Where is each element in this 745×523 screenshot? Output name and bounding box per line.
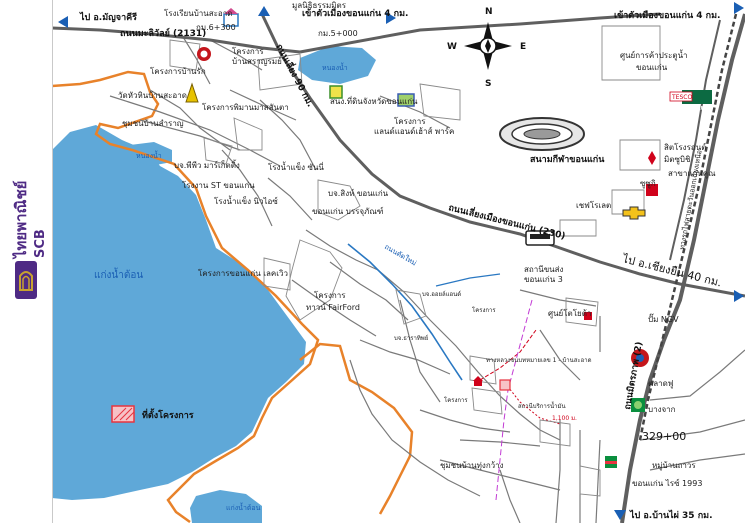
route-line bbox=[479, 329, 537, 381]
seven-eleven-logo bbox=[605, 456, 617, 468]
fairford-label: โครงการ bbox=[314, 290, 346, 300]
km-6-label: กม.6+300 bbox=[196, 23, 236, 32]
bus-terminal-label-2: ขอนแก่น 3 bbox=[524, 275, 563, 284]
scb-abbr-text: SCB bbox=[33, 229, 48, 258]
wat-label: วัดหัวหินบ้านสะอาด bbox=[118, 91, 187, 100]
chevrolet-logo bbox=[622, 206, 646, 220]
boundary-line-2 bbox=[299, 342, 414, 515]
location-map[interactable]: ไป อ.มัญจาคีรี ถนนมะลิวัลย์ (2131) ถนนเล… bbox=[0, 0, 745, 523]
lotus-label: Lotus bbox=[688, 104, 710, 112]
brewery-label: ขอนแก่น บรรจุภัณฑ์ bbox=[312, 206, 383, 216]
rice-label: ขอนแก่น ไรซ์ 1993 bbox=[632, 478, 702, 488]
compass-n: N bbox=[485, 7, 493, 17]
center-label: ศูนย์การค้าประตูน้ำ bbox=[620, 49, 688, 61]
reservoir-kaeng-nam-ton bbox=[52, 125, 306, 500]
landpark-label-2: แลนด์แอนด์เฮ้าส์ พาร์ค bbox=[374, 126, 454, 136]
tharathip-label: บจ.ธาราทิพย์ bbox=[394, 334, 428, 342]
project-near-label: โครงการ bbox=[444, 396, 468, 404]
market-label: ตลาดฟู bbox=[648, 379, 674, 389]
scb-brand-panel: ไทยพาณิชย์ SCB bbox=[0, 0, 53, 523]
chevrolet-label: เชฟโรเลต bbox=[576, 200, 611, 210]
fuel-icon bbox=[197, 47, 211, 61]
toyota-center-label: ศูนย์โตโยต้า bbox=[548, 308, 591, 319]
pw-marketing-label: บจ.พีพีว มาร์เก็ตติ้ง bbox=[174, 159, 240, 170]
arrow-up-top-icon bbox=[258, 6, 270, 16]
community-label: ชุมชนบ้านสำราญ bbox=[122, 119, 184, 128]
road-label-left-top: ไป อ.มัญจาคีรี bbox=[79, 11, 137, 23]
distance-label: 1,100 ม. bbox=[552, 415, 577, 422]
arrow-left-top-icon bbox=[58, 16, 68, 28]
landpark-label: โครงการ bbox=[394, 116, 426, 126]
mitsubishi-logo bbox=[648, 151, 656, 165]
scb-logo-icon bbox=[15, 261, 37, 299]
side-road-label: ทางหลวงชนบทหมายเลข 1 - บ้านสะอาด bbox=[486, 357, 592, 364]
compass-rose-icon bbox=[464, 22, 512, 70]
singha-label: บจ.สิงห์ ขอนแก่น bbox=[328, 188, 389, 198]
road-label-to-chiang-yuen: ไป อ.เชียงยืน 40 กม. bbox=[620, 252, 723, 289]
st-factory-label: โรงงาน ST ขอนแก่น bbox=[182, 180, 255, 190]
project-banruek-label: โครงการบ้านรัก bbox=[150, 66, 206, 76]
km-329-label: 329+00 bbox=[642, 430, 686, 443]
lakeview-label: โครงการขอนแก่น เลคเวิว bbox=[198, 268, 288, 278]
stadium-label: สนามกีฬาขอนแก่น bbox=[530, 154, 605, 165]
route-dash bbox=[495, 299, 533, 501]
bangchak-label: บางจาก bbox=[648, 405, 676, 414]
ngv-label: ปั๊ม NGV bbox=[648, 313, 679, 324]
road-label-to-ban-phai: ไป อ.บ้านไผ่ 35 กม. bbox=[629, 509, 713, 521]
stadium-icon bbox=[499, 117, 585, 151]
bus-terminal-label: สถานีขนส่ง bbox=[524, 265, 564, 274]
compass-w: W bbox=[447, 42, 457, 52]
suzuki-label: ซูซูกิ bbox=[640, 179, 656, 189]
oil-label: บจ.ออยล์แอนด์ bbox=[422, 290, 461, 298]
road-label-maliwan: ถนนมะลิวัลย์ (2131) bbox=[120, 27, 206, 39]
house-icon bbox=[473, 376, 483, 386]
arrow-right-mid-icon bbox=[734, 290, 744, 302]
km-5-label: กม.5+000 bbox=[318, 29, 358, 38]
scb-wordmark: ไทยพาณิชย์ SCB bbox=[11, 181, 48, 260]
tesco-label: TESCO bbox=[671, 94, 692, 101]
scb-name-text: ไทยพาณิชย์ bbox=[11, 181, 30, 260]
phimanmas-label: โครงการพิมานมาสสันตา bbox=[202, 102, 289, 112]
mitsubishi-label: มิตซูบิชิ bbox=[664, 155, 691, 165]
new-road-label: ถนนตัดใหม่ bbox=[383, 242, 418, 268]
project-ban-saran-label: โครงการ bbox=[232, 46, 264, 56]
fuel-station-label: สถานีบริการน้ำมัน bbox=[518, 400, 566, 410]
canal-2 bbox=[435, 273, 501, 287]
project-ban-saran-label-2: บ้านสราญรมย์ bbox=[232, 56, 282, 66]
village-label: หมู่บ้านถาวร bbox=[652, 461, 696, 471]
map-stage: ไป อ.มัญจาคีรี ถนนมะลิวัลย์ (2131) ถนนเล… bbox=[0, 0, 745, 523]
compass-s: S bbox=[485, 79, 491, 89]
road-label-to-city-right: เข้าตัวเมืองขอนแก่น 4 กม. bbox=[614, 9, 720, 21]
reservoir-label: แก่งน้ำต้อน bbox=[94, 267, 143, 281]
school-label: โรงเรียนบ้านสะอาด bbox=[164, 8, 232, 18]
center-label-2: ขอนแก่น bbox=[636, 63, 668, 72]
water-factory-label: โรงน้ำแข็ง ซันนี่ bbox=[268, 161, 324, 172]
project-ruean-label: โครงการ bbox=[472, 306, 496, 314]
site-marker-small[interactable] bbox=[499, 379, 511, 391]
dept-land-label: สนง.ที่ดินจังหวัดขอนแก่น bbox=[330, 95, 418, 106]
ice-factory-label: โรงน้ำแข็ง นิวไอซ์ bbox=[214, 195, 278, 206]
temple-top-label: มูลนิธิธรรมมิตร bbox=[292, 1, 347, 11]
project-site-marker[interactable] bbox=[111, 405, 135, 423]
compass-e: E bbox=[520, 42, 526, 52]
arrow-right-corner-icon bbox=[734, 2, 744, 14]
community-south-label: ชุมชนบ้านทุ่งกว้าง bbox=[440, 461, 504, 470]
temple-icon bbox=[185, 82, 199, 103]
fairford-label-2: ทาวน์ FairFord bbox=[306, 302, 360, 312]
